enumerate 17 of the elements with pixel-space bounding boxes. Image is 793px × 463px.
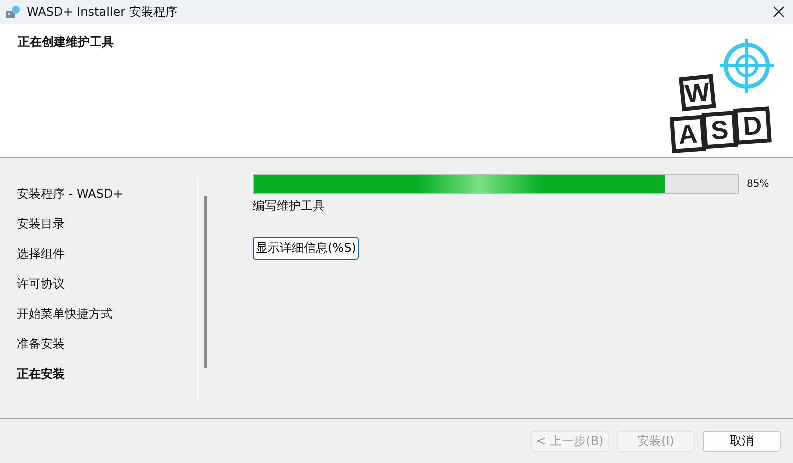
step-item: 准备安装 [17,336,66,352]
close-icon[interactable] [773,6,785,18]
step-item: 许可协议 [17,276,66,292]
window-title: WASD+ Installer 安装程序 [27,4,178,20]
scrollbar[interactable] [204,196,207,368]
progress-percent: 85% [747,178,770,190]
step-item: 安装程序 - WASD+ [17,186,124,202]
show-details-button[interactable]: 显示详细信息(%S) [253,237,360,260]
status-text: 编写维护工具 [253,198,325,215]
step-item: 开始菜单快捷方式 [17,306,114,322]
logo-drawing: W A S D [667,36,779,154]
step-item: 正在安装 [17,366,66,382]
step-item: 选择组件 [17,246,66,262]
page-title: 正在创建维护工具 [18,34,114,51]
step-item: 安装目录 [17,216,66,232]
footer-button[interactable]: 取消 [703,430,781,452]
installer-icon [5,5,21,19]
